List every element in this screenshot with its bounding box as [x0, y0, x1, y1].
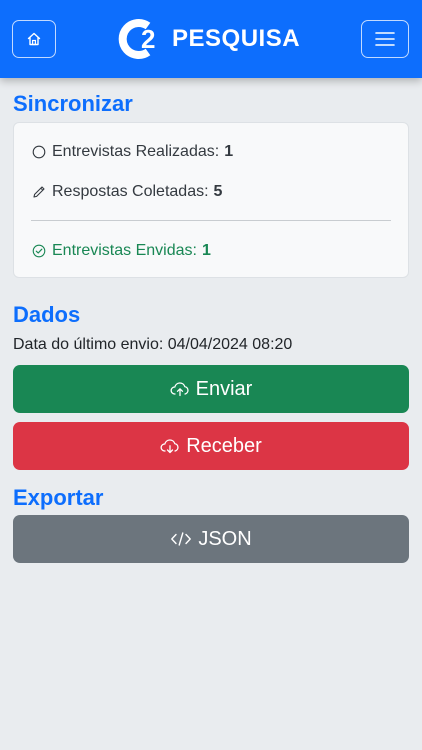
- interviews-done-row: Entrevistas Realizadas: 1: [32, 143, 233, 161]
- data-title: Dados: [13, 302, 81, 327]
- interviews-sent-label: Entrevistas Envidas:: [52, 242, 197, 259]
- brand-name: PESQUISA: [172, 25, 301, 52]
- check-circle-icon: [32, 244, 46, 258]
- send-label: Enviar: [195, 377, 253, 400]
- answers-collected-row: Respostas Coletadas: 5: [32, 183, 222, 201]
- export-title: Exportar: [13, 485, 104, 510]
- interviews-done-label: Entrevistas Realizadas:: [52, 143, 220, 160]
- receive-label: Receber: [186, 434, 262, 457]
- interviews-done-value: 1: [224, 143, 234, 160]
- brand-logo: 2 PESQUISA: [116, 17, 300, 61]
- card-divider: [31, 220, 391, 221]
- code-slash-icon: [171, 532, 192, 546]
- json-label: JSON: [198, 527, 252, 550]
- answers-collected-label: Respostas Coletadas:: [52, 183, 209, 200]
- last-send-text: Data do último envio: 04/04/2024 08:20: [13, 336, 293, 353]
- menu-button[interactable]: [361, 20, 409, 58]
- export-json-button[interactable]: JSON: [13, 515, 409, 563]
- top-navbar: 2 PESQUISA: [0, 0, 422, 78]
- cloud-download-icon: [160, 439, 179, 454]
- house-icon: [27, 32, 41, 46]
- sync-card: Entrevistas Realizadas: 1 Respostas Cole…: [13, 122, 409, 278]
- interviews-sent-row: Entrevistas Envidas: 1: [32, 242, 211, 260]
- circle-icon: [32, 145, 46, 159]
- c2-logo: 2: [116, 17, 168, 61]
- answers-collected-value: 5: [213, 183, 223, 200]
- receive-button[interactable]: Receber: [13, 422, 409, 470]
- interviews-sent-value: 1: [201, 242, 211, 259]
- brand-mark: 2: [141, 24, 156, 54]
- cloud-upload-icon: [170, 382, 189, 397]
- send-button[interactable]: Enviar: [13, 365, 409, 413]
- hamburger-menu-icon: [375, 32, 395, 46]
- sync-title: Sincronizar: [13, 91, 133, 116]
- home-button[interactable]: [12, 20, 56, 58]
- pencil-icon: [33, 186, 45, 198]
